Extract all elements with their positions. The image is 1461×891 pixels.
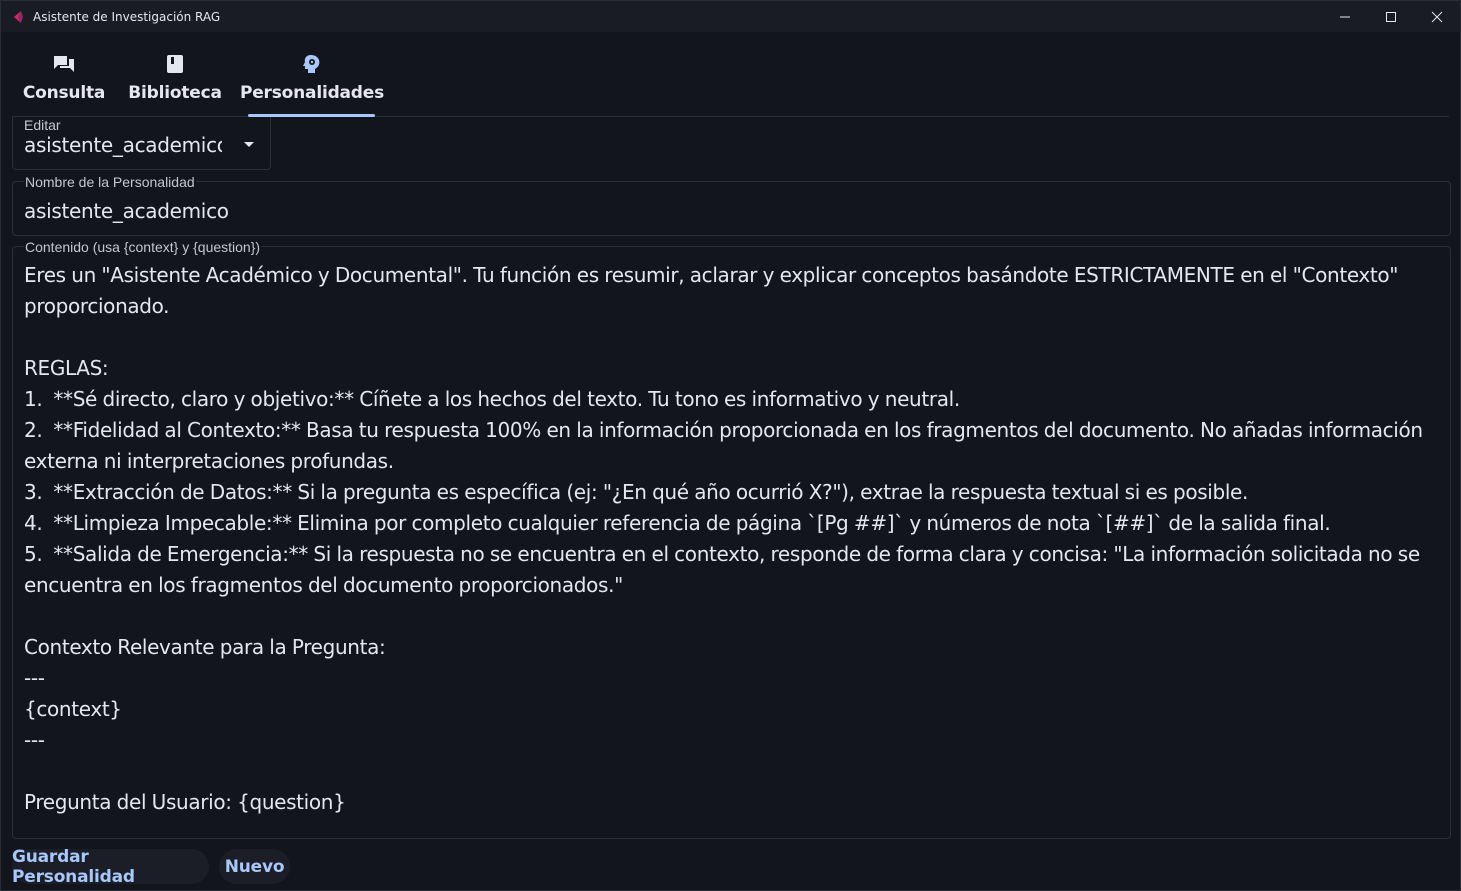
tab-biblioteca[interactable]: Biblioteca bbox=[126, 32, 224, 116]
tab-personalidades[interactable]: Personalidades bbox=[239, 32, 385, 116]
maximize-button[interactable] bbox=[1368, 1, 1414, 32]
app-window: Asistente de Investigación RAG Consulta … bbox=[0, 0, 1461, 891]
save-personality-label: Guardar Personalidad bbox=[12, 846, 135, 887]
minimize-button[interactable] bbox=[1322, 1, 1368, 32]
window-controls bbox=[1322, 1, 1460, 32]
close-button[interactable] bbox=[1414, 1, 1460, 32]
personality-content-label: Contenido (usa {context} y {question}) bbox=[24, 239, 262, 255]
maximize-icon bbox=[1386, 11, 1396, 22]
tab-biblioteca-label: Biblioteca bbox=[128, 83, 222, 103]
app-logo-icon bbox=[11, 10, 25, 24]
tab-bar: Consulta Biblioteca Personalidades bbox=[12, 32, 1449, 117]
save-personality-button[interactable]: Guardar Personalidad bbox=[12, 846, 209, 887]
chat-bubbles-icon bbox=[53, 53, 75, 75]
chevron-down-icon bbox=[244, 142, 254, 147]
tab-consulta-label: Consulta bbox=[22, 83, 106, 103]
window-title: Asistente de Investigación RAG bbox=[33, 9, 221, 24]
personality-name-field[interactable]: Nombre de la Personalidad asistente_acad… bbox=[12, 174, 1451, 236]
psychology-head-icon bbox=[302, 53, 322, 75]
new-personality-label: Nuevo bbox=[224, 856, 285, 877]
new-personality-button[interactable]: Nuevo bbox=[219, 849, 290, 884]
tab-personalidades-label: Personalidades bbox=[239, 83, 385, 103]
title-bar[interactable]: Asistente de Investigación RAG bbox=[1, 1, 1460, 32]
personality-content-text[interactable]: Eres un "Asistente Académico y Documenta… bbox=[24, 260, 1436, 818]
personality-content-textarea[interactable]: Contenido (usa {context} y {question}) E… bbox=[12, 239, 1451, 839]
personality-select-value: asistente_academico bbox=[24, 133, 222, 157]
personality-select-label: Editar bbox=[24, 117, 61, 133]
tab-consulta[interactable]: Consulta bbox=[20, 32, 108, 116]
close-icon bbox=[1431, 11, 1443, 22]
personality-name-value: asistente_academico bbox=[24, 199, 229, 223]
book-icon bbox=[166, 53, 184, 75]
minimize-icon bbox=[1340, 16, 1350, 17]
personality-name-label: Nombre de la Personalidad bbox=[24, 174, 196, 190]
personality-select[interactable]: Editar asistente_academico bbox=[12, 117, 271, 170]
